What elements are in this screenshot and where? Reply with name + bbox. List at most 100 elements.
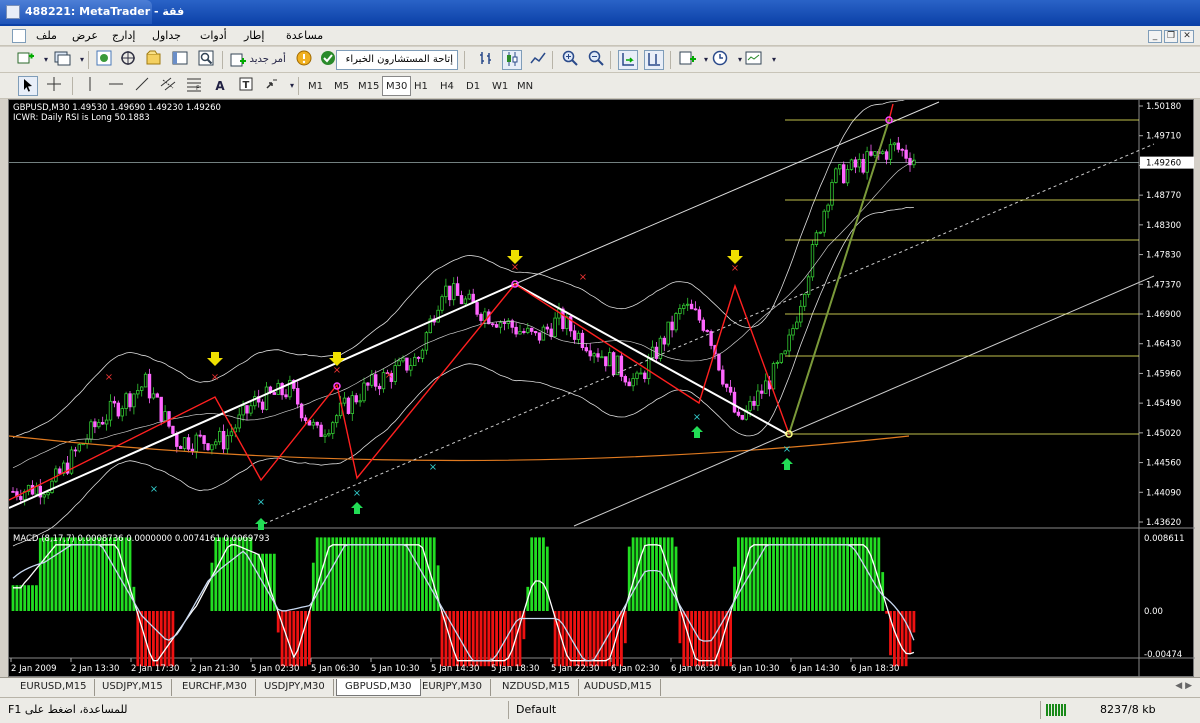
bar-chart-icon[interactable] <box>476 50 496 70</box>
terminal-icon[interactable] <box>170 50 190 70</box>
trendline-icon[interactable] <box>132 76 152 96</box>
candle-body <box>303 417 308 421</box>
macd-histogram-bar <box>842 537 846 611</box>
timeframe-w1[interactable]: W1 <box>488 76 512 96</box>
sell-signal-marker: × <box>731 263 739 274</box>
tab-scroll-arrows[interactable]: ◀ ▶ <box>1175 681 1192 691</box>
macd-axis-label: 0.008611 <box>1144 534 1185 544</box>
chart-tab[interactable]: USDJPY,M15 <box>94 679 172 696</box>
text-label-icon[interactable]: T <box>236 76 256 96</box>
chart-tab-active[interactable]: GBPUSD,M30 <box>336 679 421 696</box>
menu-insert[interactable]: إدارج <box>112 29 135 42</box>
candle-body <box>393 365 397 382</box>
chart-shift-icon[interactable] <box>644 50 664 70</box>
menu-file[interactable]: ملف <box>36 29 57 42</box>
timeframe-m30[interactable]: M30 <box>382 76 412 96</box>
candle-body <box>771 363 776 390</box>
candle-body <box>214 441 218 446</box>
time-axis-label: 5 Jan 10:30 <box>371 664 419 674</box>
macd-histogram-bar <box>596 611 600 667</box>
minimize-icon[interactable]: _ <box>1148 30 1162 43</box>
equidistant-channel-icon[interactable] <box>158 76 178 96</box>
timeframe-mn[interactable]: MN <box>513 76 537 96</box>
text-icon[interactable]: A <box>210 76 230 96</box>
zoom-in-icon[interactable] <box>560 50 580 70</box>
line-chart-icon[interactable] <box>528 50 548 70</box>
autoscroll-icon[interactable] <box>618 50 638 70</box>
restore-icon[interactable]: ❐ <box>1164 30 1178 43</box>
timeframe-m1[interactable]: M1 <box>304 76 327 96</box>
navigator-icon[interactable] <box>144 50 164 70</box>
timeframe-m15[interactable]: M15 <box>354 76 383 96</box>
macd-histogram-bar <box>378 537 381 611</box>
horizontal-line-icon[interactable] <box>106 76 126 96</box>
close-icon[interactable]: ✕ <box>1180 30 1194 43</box>
templates-icon[interactable] <box>744 50 764 70</box>
expert-advisors-combo[interactable]: إتاحة المستشارون الخبراء <box>336 50 458 70</box>
candlestick-chart-icon[interactable] <box>502 50 522 70</box>
crosshair-icon[interactable] <box>44 76 64 96</box>
market-watch-icon[interactable] <box>94 50 114 70</box>
timeframe-h1[interactable]: H1 <box>410 76 432 96</box>
zoom-out-icon[interactable] <box>586 50 606 70</box>
chart-window[interactable]: 1.50180 1.49710 1.49260 1.48770 1.48300 1.478… <box>8 98 1195 678</box>
candle-body <box>264 386 269 410</box>
candle-body <box>678 308 682 314</box>
arrows-dropdown-icon[interactable]: ▾ <box>282 76 302 96</box>
chart-tab[interactable]: EURUSD,M15 <box>12 679 96 696</box>
menu-tools[interactable]: أدوات <box>200 29 227 42</box>
profiles-dropdown-icon[interactable]: ▾ <box>72 50 92 70</box>
menu-charts[interactable]: جداول <box>152 29 181 42</box>
new-chart-icon[interactable] <box>16 50 36 70</box>
menu-view[interactable]: عرض <box>72 29 98 42</box>
buy-arrow-icon <box>781 458 793 470</box>
time-axis-label: 6 Jan 14:30 <box>791 664 839 674</box>
candle-body <box>849 159 854 170</box>
data-window-icon[interactable] <box>118 50 138 70</box>
candle-body <box>705 329 709 332</box>
macd-histogram-bar <box>19 585 23 611</box>
fibonacci-icon[interactable]: F <box>184 76 204 96</box>
chart-tab[interactable]: NZDUSD,M15 <box>494 679 579 696</box>
macd-histogram-bar <box>795 537 799 611</box>
sell-arrow-icon <box>207 352 223 366</box>
macd-histogram-bar <box>670 537 674 611</box>
macd-histogram-bar <box>257 553 261 611</box>
expert-advisors-icon[interactable] <box>318 50 338 70</box>
sell-signal-marker: × <box>211 372 219 383</box>
macd-histogram-bar <box>15 585 19 611</box>
periods-icon[interactable] <box>710 50 730 70</box>
macd-histogram-bar <box>538 537 541 611</box>
candle-body <box>572 330 577 340</box>
candle-body <box>600 356 604 359</box>
menu-window[interactable]: إطار <box>244 29 264 42</box>
candle-body <box>147 373 152 399</box>
timeframe-d1[interactable]: D1 <box>462 76 484 96</box>
chart-tab[interactable]: USDJPY,M30 <box>256 679 334 696</box>
candle-body <box>842 164 846 184</box>
new-order-button[interactable]: أمر جديد <box>230 50 288 70</box>
cursor-icon[interactable] <box>18 76 38 96</box>
candle-body <box>30 484 35 495</box>
chart-tab[interactable]: EURCHF,M30 <box>174 679 256 696</box>
vertical-line-icon[interactable] <box>80 76 100 96</box>
candle-body <box>163 411 167 422</box>
timeframe-h4[interactable]: H4 <box>436 76 458 96</box>
macd-histogram-bar <box>822 537 826 611</box>
chart-window-icon[interactable] <box>12 29 26 43</box>
macd-histogram-bar <box>120 537 124 611</box>
macd-histogram-bar <box>397 537 401 611</box>
macd-histogram-bar <box>904 611 908 667</box>
chart-tab[interactable]: EURJPY,M30 <box>414 679 491 696</box>
strategy-tester-icon[interactable] <box>196 50 216 70</box>
menu-help[interactable]: مساعدة <box>286 29 323 42</box>
chart-tab[interactable]: AUDUSD,M15 <box>576 679 661 696</box>
arrows-icon[interactable] <box>262 76 282 96</box>
expert-warning-icon[interactable] <box>294 50 314 70</box>
templates-dropdown-icon[interactable]: ▾ <box>764 50 784 70</box>
profiles-icon[interactable] <box>52 50 72 70</box>
timeframe-m5[interactable]: M5 <box>330 76 353 96</box>
candle-body <box>198 434 202 437</box>
price-chart[interactable]: 1.50180 1.49710 1.49260 1.48770 1.48300 1.478… <box>8 98 1195 678</box>
indicators-icon[interactable] <box>678 50 698 70</box>
